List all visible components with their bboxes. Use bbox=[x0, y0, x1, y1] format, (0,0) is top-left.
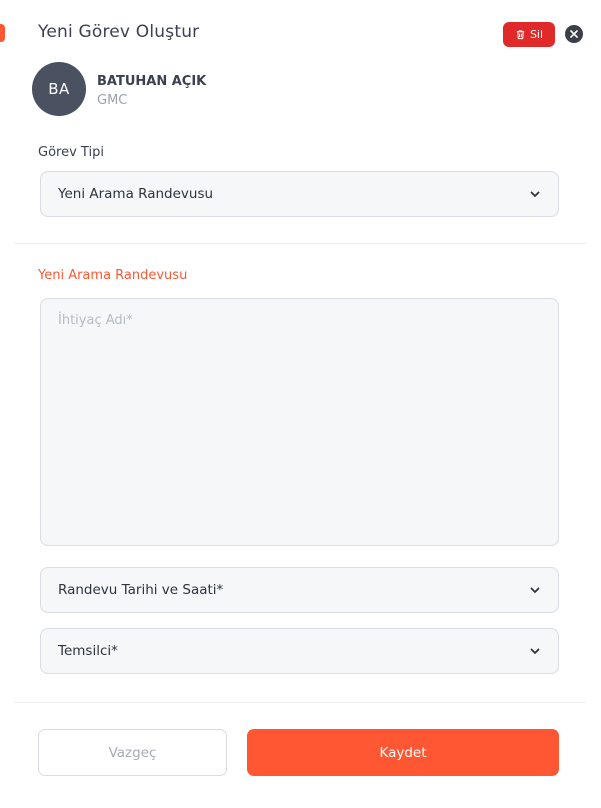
task-type-label: Görev Tipi bbox=[38, 145, 104, 160]
task-type-select[interactable]: Yeni Arama Randevusu bbox=[40, 171, 559, 217]
trash-icon bbox=[516, 30, 525, 40]
user-name: BATUHAN AÇIK bbox=[97, 74, 207, 89]
chevron-down-icon bbox=[530, 648, 540, 654]
cancel-button[interactable]: Vazgeç bbox=[38, 729, 227, 776]
appointment-datetime-select[interactable]: Randevu Tarihi ve Saati* bbox=[40, 567, 559, 613]
close-button[interactable] bbox=[565, 25, 583, 43]
user-company: GMC bbox=[97, 93, 128, 108]
divider bbox=[14, 243, 587, 244]
delete-button-label: Sil bbox=[529, 28, 544, 41]
panel-accent-tab bbox=[0, 24, 5, 42]
chevron-down-icon bbox=[530, 191, 540, 197]
task-type-value: Yeni Arama Randevusu bbox=[58, 186, 214, 202]
appointment-datetime-placeholder: Randevu Tarihi ve Saati* bbox=[58, 582, 224, 598]
details-section-title: Yeni Arama Randevusu bbox=[38, 268, 188, 283]
need-name-input[interactable] bbox=[40, 298, 559, 546]
avatar: BA bbox=[32, 62, 86, 116]
representative-placeholder: Temsilci* bbox=[58, 643, 118, 659]
save-button[interactable]: Kaydet bbox=[247, 729, 559, 776]
page-title: Yeni Görev Oluştur bbox=[38, 22, 200, 42]
divider bbox=[14, 702, 587, 703]
close-icon bbox=[570, 30, 578, 38]
representative-select[interactable]: Temsilci* bbox=[40, 628, 559, 674]
chevron-down-icon bbox=[530, 587, 540, 593]
delete-button[interactable]: Sil bbox=[503, 22, 555, 47]
task-create-panel: Yeni Görev Oluştur Sil BA BATUHAN AÇIK G… bbox=[0, 0, 601, 808]
